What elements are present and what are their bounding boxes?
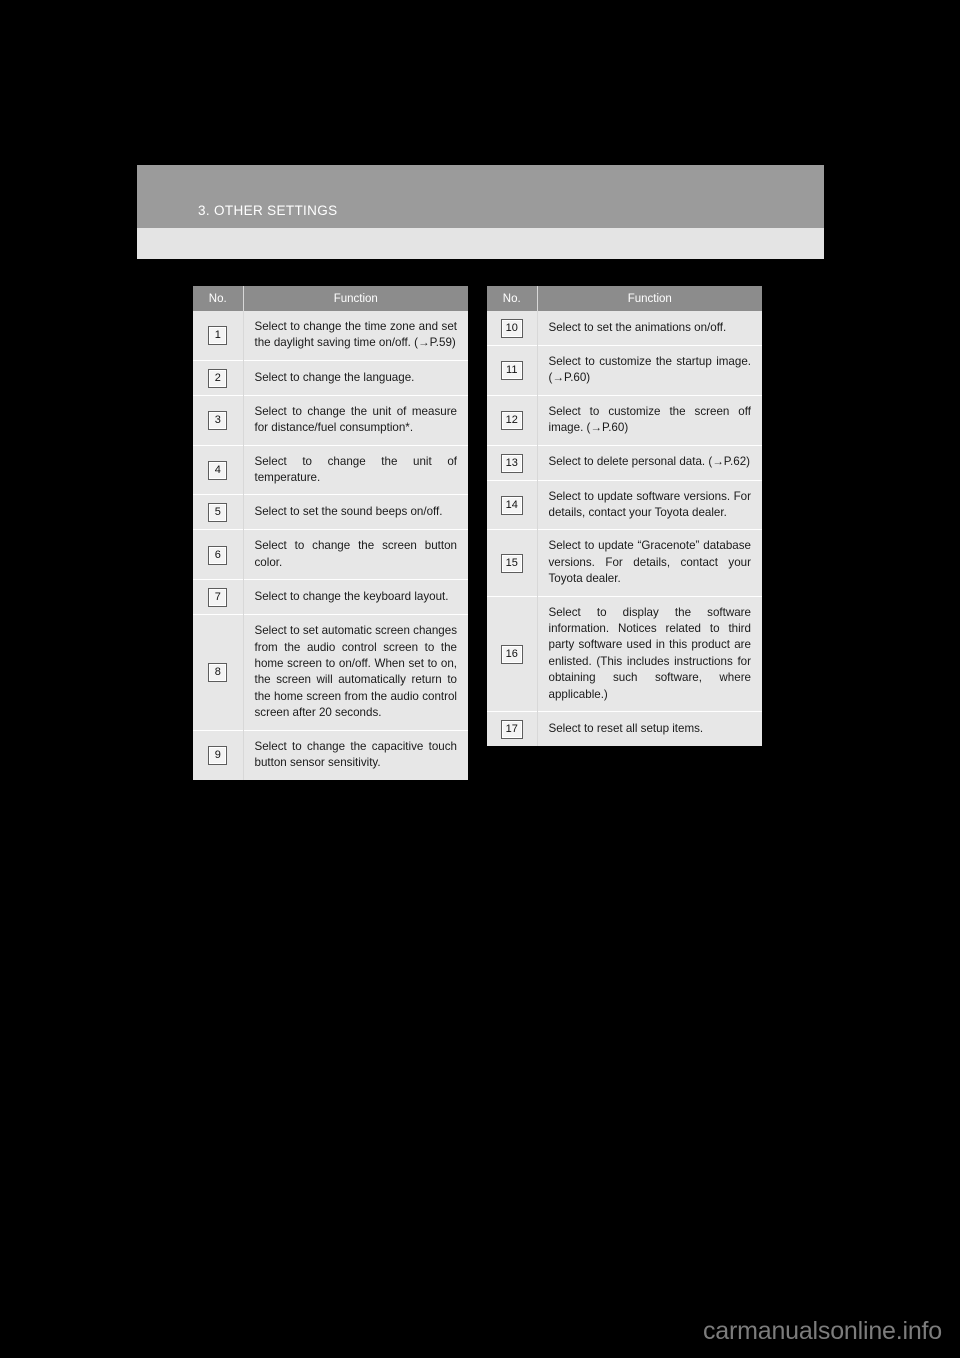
row-number-cell: 7	[193, 579, 244, 615]
table-row: 7 Select to change the keyboard layout.	[193, 579, 468, 615]
table-body-right: 10 Select to set the animations on/off. …	[487, 311, 762, 747]
number-badge: 10	[500, 319, 523, 338]
number-badge: 6	[208, 545, 228, 565]
row-function-cell: Select to set the animations on/off.	[537, 311, 762, 346]
row-function-cell: Select to change the unit of measure for…	[243, 394, 468, 446]
row-number-cell: 13	[487, 444, 538, 481]
table-body-left: 1 Select to change the time zone and set…	[193, 311, 468, 780]
site-watermark: carmanualsonline.info	[702, 1317, 942, 1345]
table-row: 17 Select to reset all setup items.	[487, 711, 762, 747]
row-function-cell: Select to customize the screen off image…	[537, 394, 762, 446]
table-row: 12 Select to customize the screen off im…	[487, 394, 762, 446]
number-badge: 5	[208, 503, 228, 523]
row-number-cell: 2	[193, 359, 244, 396]
row-function-cell: Select to change the time zone and set t…	[243, 311, 468, 361]
number-badge: 4	[208, 461, 228, 481]
settings-table-right: No. Function 10 Select to set the animat…	[487, 286, 762, 747]
row-function-cell: Select to change the keyboard layout.	[243, 579, 468, 615]
row-number-cell: 9	[193, 729, 244, 780]
number-badge: 11	[500, 361, 523, 381]
column-header-no: No.	[193, 286, 244, 311]
table-header-row: No. Function	[487, 286, 762, 311]
row-function-cell: Select to set the sound beeps on/off.	[243, 494, 468, 530]
number-badge: 17	[500, 720, 523, 740]
table-row: 11 Select to customize the startup image…	[487, 345, 762, 396]
table-row: 1 Select to change the time zone and set…	[193, 311, 468, 361]
row-number-cell: 14	[487, 479, 538, 530]
number-badge: 1	[208, 326, 228, 346]
table-row: 8 Select to set automatic screen changes…	[193, 614, 468, 731]
row-function-cell: Select to change the language.	[243, 359, 468, 396]
column-header-function: Function	[243, 286, 468, 311]
row-number-cell: 11	[487, 345, 538, 396]
table-row: 6 Select to change the screen button col…	[193, 529, 468, 580]
chapter-header-band: 3. OTHER SETTINGS	[137, 165, 824, 228]
number-badge: 13	[500, 453, 523, 473]
number-badge: 2	[208, 368, 228, 388]
table-row: 9 Select to change the capacitive touch …	[193, 729, 468, 780]
number-badge: 14	[500, 496, 523, 516]
table-row: 4 Select to change the unit of temperatu…	[193, 444, 468, 495]
column-header-function: Function	[537, 286, 762, 311]
row-function-cell: Select to display the software informati…	[537, 595, 762, 712]
row-function-cell: Select to set automatic screen changes f…	[243, 614, 468, 731]
row-number-cell: 4	[193, 444, 244, 495]
row-number-cell: 1	[193, 311, 244, 361]
row-function-cell: Select to reset all setup items.	[537, 711, 762, 747]
row-number-cell: 8	[193, 614, 244, 731]
number-badge: 9	[208, 746, 228, 766]
table-row: 14 Select to update software versions. F…	[487, 479, 762, 530]
row-number-cell: 15	[487, 529, 538, 597]
row-number-cell: 6	[193, 529, 244, 580]
table-row: 5 Select to set the sound beeps on/off.	[193, 494, 468, 530]
number-badge: 7	[208, 588, 228, 608]
row-function-cell: Select to delete personal data. (→P.62)	[537, 444, 762, 481]
row-function-cell: Select to customize the startup image. (…	[537, 345, 762, 396]
row-number-cell: 16	[487, 595, 538, 712]
number-badge: 16	[500, 644, 523, 664]
page-title: 3. OTHER SETTINGS	[198, 203, 338, 218]
number-badge: 3	[208, 411, 228, 431]
table-row: 2 Select to change the language.	[193, 359, 468, 396]
number-badge: 8	[208, 663, 228, 683]
table-row: 15 Select to update “Gracenote” database…	[487, 529, 762, 597]
table-header-row: No. Function	[193, 286, 468, 311]
row-number-cell: 5	[193, 494, 244, 530]
row-number-cell: 3	[193, 394, 244, 446]
subheader-band	[137, 228, 824, 259]
row-function-cell: Select to change the unit of temperature…	[243, 444, 468, 495]
row-function-cell: Select to change the capacitive touch bu…	[243, 729, 468, 780]
row-number-cell: 12	[487, 394, 538, 446]
table-row: 16 Select to display the software inform…	[487, 595, 762, 712]
row-function-cell: Select to change the screen button color…	[243, 529, 468, 580]
row-number-cell: 10	[487, 311, 538, 346]
table-row: 10 Select to set the animations on/off.	[487, 311, 762, 346]
number-badge: 12	[500, 411, 523, 431]
row-function-cell: Select to update “Gracenote” database ve…	[537, 529, 762, 597]
table-row: 13 Select to delete personal data. (→P.6…	[487, 444, 762, 481]
row-function-cell: Select to update software versions. For …	[537, 479, 762, 530]
table-row: 3 Select to change the unit of measure f…	[193, 394, 468, 446]
number-badge: 15	[500, 554, 523, 574]
settings-table-left: No. Function 1 Select to change the time…	[193, 286, 468, 780]
column-header-no: No.	[487, 286, 538, 311]
row-number-cell: 17	[487, 711, 538, 747]
